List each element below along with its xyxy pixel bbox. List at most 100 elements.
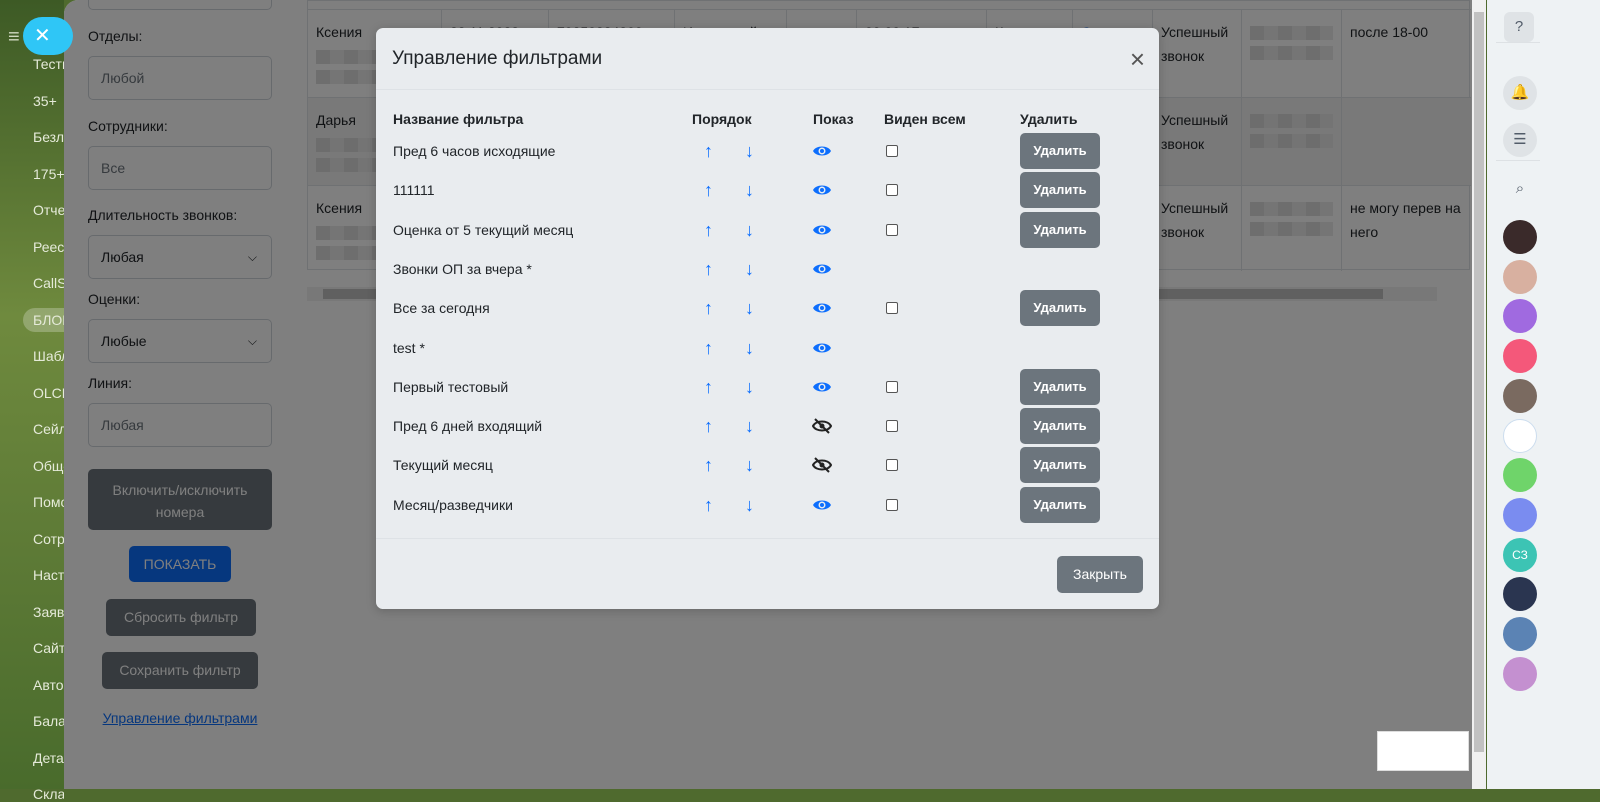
eye-icon[interactable] — [812, 300, 832, 316]
left-menu-item[interactable]: Реестр — [33, 239, 64, 255]
visible-all-checkbox[interactable] — [886, 223, 898, 236]
right-sidebar: ? 🔔 ☰ ⌕ СЗ — [1487, 0, 1600, 789]
move-up-icon[interactable]: ↑ — [704, 333, 713, 363]
eye-slash-icon[interactable] — [811, 457, 833, 474]
filter-row: test * ↑ ↓ — [376, 333, 1159, 372]
move-up-icon[interactable]: ↑ — [704, 136, 713, 166]
delete-filter-button[interactable]: Удалить — [1020, 133, 1100, 169]
delete-filter-button[interactable]: Удалить — [1020, 447, 1100, 484]
left-menu-item[interactable]: Заявки — [33, 604, 64, 620]
move-up-icon[interactable]: ↑ — [704, 372, 713, 402]
delete-filter-button[interactable]: Удалить — [1020, 368, 1100, 405]
move-down-icon[interactable]: ↓ — [745, 490, 754, 520]
left-menu-item[interactable]: 35+ — [33, 93, 64, 109]
delete-filter-button[interactable]: Удалить — [1020, 211, 1100, 248]
eye-icon[interactable] — [812, 340, 832, 356]
help-icon[interactable]: ? — [1504, 12, 1534, 42]
manage-filters-modal: Управление фильтрами × Название фильтра … — [376, 28, 1159, 609]
move-down-icon[interactable]: ↓ — [745, 254, 754, 284]
move-up-icon[interactable]: ↑ — [704, 450, 713, 480]
close-icon[interactable]: × — [1130, 46, 1145, 72]
avatar[interactable] — [1503, 259, 1537, 294]
avatar[interactable] — [1503, 418, 1537, 453]
visible-all-checkbox[interactable] — [886, 184, 898, 197]
filter-row: Все за сегодня ↑ ↓ Удалить — [376, 290, 1159, 332]
filter-row: Пред 6 дней входящий ↑ ↓ Удалить — [376, 408, 1159, 450]
move-down-icon[interactable]: ↓ — [745, 136, 754, 166]
left-menu-item[interactable]: Склад — [33, 786, 64, 802]
move-up-icon[interactable]: ↑ — [704, 215, 713, 245]
left-menu-item[interactable]: Настройки — [33, 567, 64, 583]
move-down-icon[interactable]: ↓ — [745, 372, 754, 402]
eye-slash-icon[interactable] — [811, 418, 833, 434]
move-down-icon[interactable]: ↓ — [745, 333, 754, 363]
left-menu-item[interactable]: Сайты — [33, 640, 64, 656]
header-show: Показ — [813, 111, 854, 127]
visible-all-checkbox[interactable] — [886, 380, 898, 393]
avatar[interactable] — [1503, 577, 1537, 612]
visible-all-checkbox[interactable] — [886, 302, 898, 315]
visible-all-checkbox[interactable] — [886, 145, 898, 157]
filter-row: Первый тестовый ↑ ↓ Удалить — [376, 368, 1159, 411]
avatar[interactable] — [1503, 617, 1537, 651]
search-icon[interactable]: ⌕ — [1503, 172, 1537, 206]
left-menu-item[interactable]: Шаблоны — [33, 348, 64, 364]
vertical-scrollbar[interactable] — [1472, 0, 1486, 789]
delete-filter-button[interactable]: Удалить — [1020, 172, 1100, 209]
filter-name: 111111 — [393, 182, 435, 199]
left-menu-item[interactable]: БЛОГ — [23, 307, 64, 332]
visible-all-checkbox[interactable] — [886, 498, 898, 511]
avatar[interactable] — [1503, 299, 1537, 334]
left-menu-item[interactable]: Сейлз — [33, 421, 64, 437]
visible-all-checkbox[interactable] — [886, 420, 898, 433]
move-up-icon[interactable]: ↑ — [704, 490, 713, 520]
left-menu-item[interactable]: Отчеты — [33, 202, 64, 218]
left-menu-item[interactable]: Безлимит — [33, 129, 64, 145]
close-slider-button[interactable]: ✕ — [23, 17, 73, 55]
avatar[interactable] — [1503, 656, 1537, 691]
eye-icon[interactable] — [812, 182, 832, 198]
delete-filter-button[interactable]: Удалить — [1020, 486, 1100, 523]
eye-icon[interactable] — [812, 222, 832, 238]
eye-icon[interactable] — [812, 143, 832, 159]
delete-filter-button[interactable]: Удалить — [1020, 408, 1100, 445]
eye-icon[interactable] — [812, 497, 832, 513]
left-menu-item[interactable]: CallS — [33, 275, 64, 291]
delete-filter-button[interactable]: Удалить — [1020, 290, 1100, 327]
move-down-icon[interactable]: ↓ — [745, 411, 754, 441]
close-button[interactable]: Закрыть — [1057, 556, 1143, 593]
left-menu-item[interactable]: Детализация — [33, 750, 64, 766]
move-down-icon[interactable]: ↓ — [745, 215, 754, 245]
move-up-icon[interactable]: ↑ — [704, 293, 713, 323]
eye-icon[interactable] — [812, 379, 832, 395]
menu-icon[interactable]: ≡ — [8, 26, 20, 49]
move-up-icon[interactable]: ↑ — [704, 175, 713, 205]
avatar[interactable] — [1503, 497, 1537, 532]
avatar[interactable] — [1503, 339, 1537, 374]
move-down-icon[interactable]: ↓ — [745, 293, 754, 323]
eye-icon[interactable] — [812, 261, 832, 277]
chat-icon[interactable]: ☰ — [1503, 123, 1537, 157]
filter-name: Пред 6 дней входящий — [393, 418, 543, 435]
move-down-icon[interactable]: ↓ — [745, 175, 754, 205]
left-menu-item[interactable]: Сотрудники — [33, 531, 64, 547]
move-down-icon[interactable]: ↓ — [745, 450, 754, 480]
chat-widget[interactable] — [1377, 731, 1469, 771]
move-up-icon[interactable]: ↑ — [704, 411, 713, 441]
avatar[interactable] — [1503, 220, 1537, 254]
left-menu-item[interactable]: OLCHAT — [33, 385, 64, 401]
avatar[interactable] — [1503, 458, 1537, 493]
avatar[interactable]: СЗ — [1503, 537, 1537, 572]
left-menu-item[interactable]: Автоматизация — [33, 677, 64, 693]
avatar[interactable] — [1503, 378, 1537, 413]
left-menu-item[interactable]: Помощь — [33, 494, 64, 510]
header-order: Порядок — [692, 111, 752, 127]
visible-all-checkbox[interactable] — [886, 459, 898, 472]
left-menu-item[interactable]: Общее — [33, 458, 64, 474]
filter-row: Оценка от 5 текущий месяц ↑ ↓ Удалить — [376, 211, 1159, 254]
bell-icon[interactable]: 🔔 — [1503, 76, 1537, 110]
move-up-icon[interactable]: ↑ — [704, 254, 713, 284]
left-menu-item[interactable]: Баланс — [33, 713, 64, 729]
left-menu-item[interactable]: 175+ — [33, 166, 64, 182]
left-menu-item[interactable]: Тесты — [33, 56, 64, 72]
